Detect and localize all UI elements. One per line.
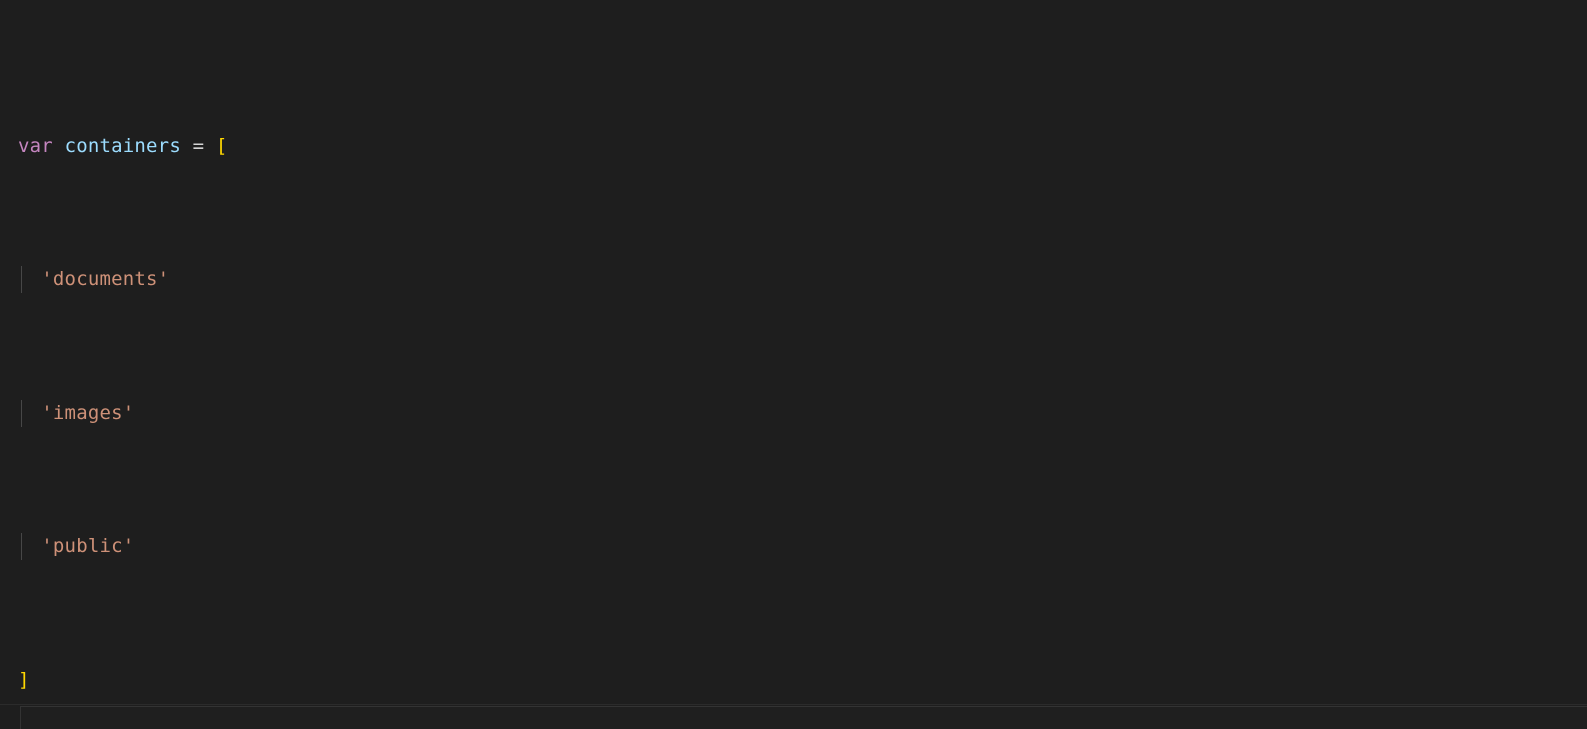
indent-guide bbox=[21, 266, 22, 293]
bracket-close: ] bbox=[18, 669, 30, 691]
indent-guide bbox=[21, 533, 22, 560]
string-literal: 'documents' bbox=[18, 268, 169, 290]
identifier-containers: containers bbox=[65, 135, 181, 157]
bracket-open: [ bbox=[216, 135, 228, 157]
code-line[interactable]: 'images' bbox=[0, 400, 1587, 427]
code-line[interactable]: 'documents' bbox=[0, 266, 1587, 293]
code-line[interactable]: ] bbox=[0, 667, 1587, 694]
code-line[interactable]: 'public' bbox=[0, 533, 1587, 560]
bottom-panel[interactable] bbox=[20, 706, 1587, 729]
code-content[interactable]: var containers = [ 'documents' 'images' … bbox=[0, 26, 1587, 729]
code-editor[interactable]: var containers = [ 'documents' 'images' … bbox=[0, 0, 1587, 729]
indent-guide bbox=[21, 400, 22, 427]
panel-divider bbox=[0, 704, 1587, 705]
keyword-var: var bbox=[18, 135, 53, 157]
code-line[interactable]: var containers = [ bbox=[0, 133, 1587, 160]
string-literal: 'images' bbox=[18, 402, 134, 424]
string-literal: 'public' bbox=[18, 535, 134, 557]
